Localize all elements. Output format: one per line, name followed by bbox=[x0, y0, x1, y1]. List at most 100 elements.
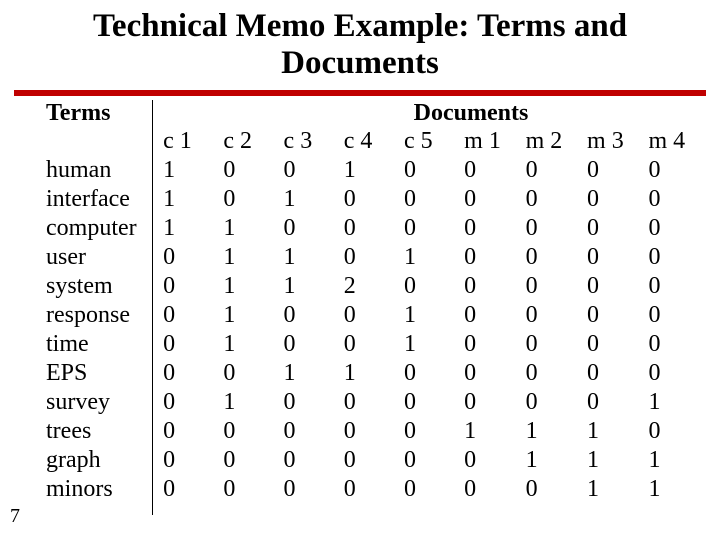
table-row: graph000000111 bbox=[38, 446, 700, 475]
term-cell: EPS bbox=[38, 359, 153, 388]
value-cell: 1 bbox=[394, 243, 454, 272]
value-cell: 0 bbox=[638, 243, 700, 272]
red-underline bbox=[14, 90, 706, 96]
blank-cell bbox=[38, 127, 153, 156]
value-cell: 0 bbox=[638, 330, 700, 359]
value-cell: 0 bbox=[274, 475, 334, 504]
value-cell: 0 bbox=[638, 156, 700, 185]
table-row: interface101000000 bbox=[38, 185, 700, 214]
value-cell: 0 bbox=[213, 156, 273, 185]
value-cell: 0 bbox=[577, 272, 638, 301]
term-cell: computer bbox=[38, 214, 153, 243]
value-cell: 0 bbox=[394, 446, 454, 475]
term-cell: trees bbox=[38, 417, 153, 446]
value-cell: 0 bbox=[454, 272, 515, 301]
value-cell: 1 bbox=[638, 388, 700, 417]
table-row: EPS001100000 bbox=[38, 359, 700, 388]
value-cell: 0 bbox=[454, 475, 515, 504]
value-cell: 0 bbox=[516, 330, 577, 359]
value-cell: 1 bbox=[213, 214, 273, 243]
value-cell: 0 bbox=[638, 359, 700, 388]
term-doc-table: Terms Documents c 1c 2c 3c 4c 5m 1m 2m 3… bbox=[38, 100, 700, 504]
column-header: m 4 bbox=[638, 127, 700, 156]
slide-title: Technical Memo Example: Terms and Docume… bbox=[0, 0, 720, 90]
value-cell: 0 bbox=[213, 446, 273, 475]
value-cell: 0 bbox=[153, 417, 213, 446]
column-header: c 4 bbox=[334, 127, 394, 156]
value-cell: 0 bbox=[274, 214, 334, 243]
term-cell: human bbox=[38, 156, 153, 185]
value-cell: 0 bbox=[638, 417, 700, 446]
value-cell: 0 bbox=[394, 214, 454, 243]
value-cell: 1 bbox=[274, 272, 334, 301]
value-cell: 0 bbox=[454, 301, 515, 330]
value-cell: 1 bbox=[516, 417, 577, 446]
value-cell: 2 bbox=[334, 272, 394, 301]
value-cell: 0 bbox=[334, 446, 394, 475]
term-cell: system bbox=[38, 272, 153, 301]
value-cell: 1 bbox=[577, 417, 638, 446]
column-header: m 2 bbox=[516, 127, 577, 156]
value-cell: 0 bbox=[213, 359, 273, 388]
value-cell: 0 bbox=[394, 475, 454, 504]
value-cell: 0 bbox=[577, 156, 638, 185]
value-cell: 1 bbox=[577, 475, 638, 504]
value-cell: 1 bbox=[213, 243, 273, 272]
value-cell: 0 bbox=[394, 272, 454, 301]
value-cell: 0 bbox=[577, 185, 638, 214]
value-cell: 0 bbox=[454, 446, 515, 475]
column-header: c 2 bbox=[213, 127, 273, 156]
value-cell: 0 bbox=[638, 185, 700, 214]
term-cell: interface bbox=[38, 185, 153, 214]
table-row: system011200000 bbox=[38, 272, 700, 301]
table-row: time010010000 bbox=[38, 330, 700, 359]
value-cell: 1 bbox=[153, 156, 213, 185]
value-cell: 0 bbox=[516, 301, 577, 330]
table-row: human100100000 bbox=[38, 156, 700, 185]
value-cell: 0 bbox=[213, 475, 273, 504]
value-cell: 1 bbox=[638, 475, 700, 504]
header-documents: Documents bbox=[152, 100, 700, 127]
value-cell: 0 bbox=[577, 359, 638, 388]
value-cell: 0 bbox=[153, 359, 213, 388]
term-cell: minors bbox=[38, 475, 153, 504]
term-cell: graph bbox=[38, 446, 153, 475]
value-cell: 0 bbox=[454, 330, 515, 359]
table-row: user011010000 bbox=[38, 243, 700, 272]
title-line-1: Technical Memo Example: Terms and bbox=[93, 8, 627, 44]
value-cell: 0 bbox=[153, 272, 213, 301]
term-cell: time bbox=[38, 330, 153, 359]
value-cell: 0 bbox=[153, 330, 213, 359]
value-cell: 1 bbox=[334, 156, 394, 185]
value-cell: 0 bbox=[394, 156, 454, 185]
value-cell: 0 bbox=[334, 214, 394, 243]
value-cell: 1 bbox=[274, 185, 334, 214]
value-cell: 0 bbox=[274, 417, 334, 446]
value-cell: 1 bbox=[274, 359, 334, 388]
value-cell: 1 bbox=[334, 359, 394, 388]
value-cell: 0 bbox=[454, 156, 515, 185]
term-cell: response bbox=[38, 301, 153, 330]
value-cell: 0 bbox=[274, 446, 334, 475]
value-cell: 0 bbox=[334, 301, 394, 330]
column-header: m 1 bbox=[454, 127, 515, 156]
value-cell: 0 bbox=[454, 359, 515, 388]
column-header: m 3 bbox=[577, 127, 638, 156]
value-cell: 0 bbox=[394, 388, 454, 417]
value-cell: 1 bbox=[577, 446, 638, 475]
value-cell: 0 bbox=[153, 446, 213, 475]
value-cell: 0 bbox=[153, 388, 213, 417]
value-cell: 0 bbox=[153, 475, 213, 504]
value-cell: 0 bbox=[334, 475, 394, 504]
group-header-row: Terms Documents bbox=[38, 100, 700, 127]
value-cell: 0 bbox=[213, 185, 273, 214]
value-cell: 0 bbox=[577, 388, 638, 417]
value-cell: 1 bbox=[153, 185, 213, 214]
header-terms: Terms bbox=[46, 100, 152, 127]
table-row: response010010000 bbox=[38, 301, 700, 330]
value-cell: 0 bbox=[516, 214, 577, 243]
value-cell: 0 bbox=[577, 243, 638, 272]
value-cell: 0 bbox=[334, 417, 394, 446]
value-cell: 0 bbox=[577, 214, 638, 243]
value-cell: 0 bbox=[153, 301, 213, 330]
